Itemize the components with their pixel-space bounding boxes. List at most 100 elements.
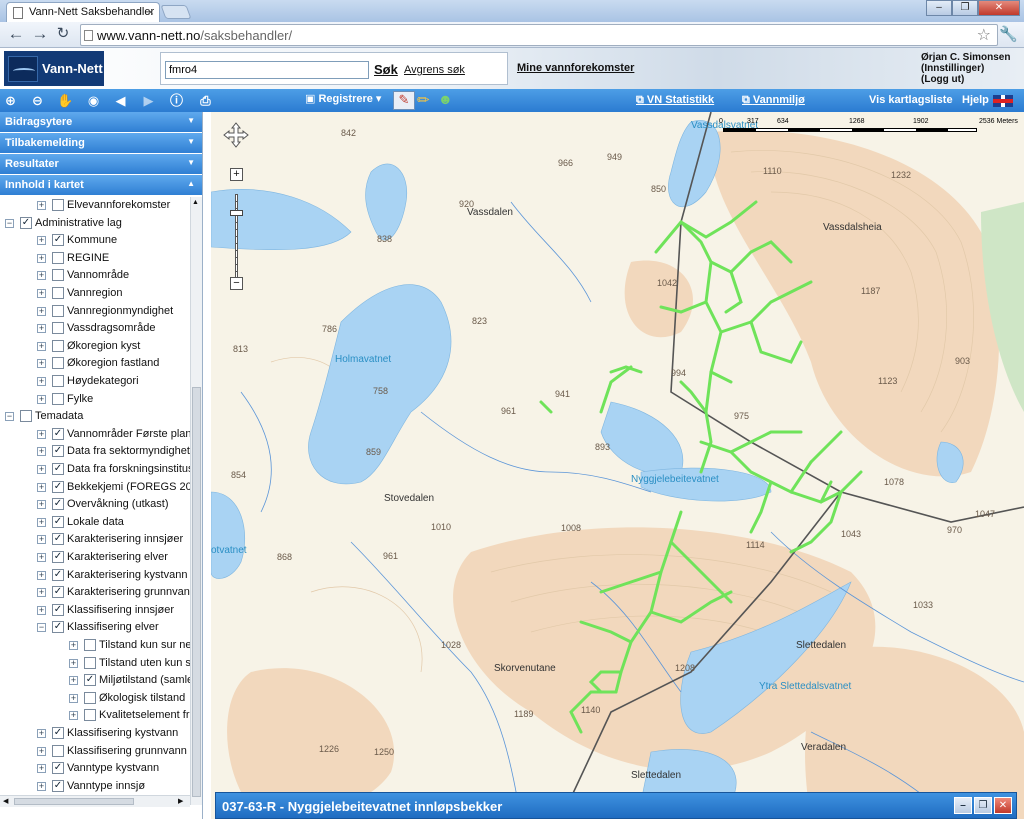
expand-icon[interactable]: +	[37, 746, 46, 756]
layer-tree-item[interactable]: + Vannregionmyndighet	[0, 303, 190, 320]
layer-checkbox[interactable]	[20, 410, 32, 423]
info-window-titlebar[interactable]: 037-63-R - Nyggjelebeitevatnet innløpsbe…	[215, 792, 1017, 819]
my-waters-link[interactable]: Mine vannforekomster	[517, 62, 634, 74]
collapse-icon[interactable]: −	[37, 623, 46, 633]
layer-checkbox[interactable]	[52, 287, 64, 299]
layer-tree-item[interactable]: + Kvalitetselement fra	[0, 707, 190, 724]
panel-innhold-i-kartet[interactable]: Innhold i kartet ▲	[0, 175, 202, 195]
layer-checkbox[interactable]: ✓	[52, 463, 64, 475]
expand-icon[interactable]: +	[37, 553, 46, 562]
show-layers-link[interactable]: Vis kartlagsliste	[869, 94, 953, 106]
layer-checkbox[interactable]: ✓	[52, 498, 64, 511]
expand-icon[interactable]: +	[37, 588, 46, 598]
layer-checkbox[interactable]	[52, 375, 64, 387]
layer-tree-item[interactable]: + ✓ Karakterisering elver	[0, 549, 190, 566]
layer-tree-item[interactable]: + Økoregion kyst	[0, 338, 190, 355]
expand-icon[interactable]: +	[37, 271, 46, 281]
expand-icon[interactable]: +	[37, 517, 46, 527]
layer-tree-item[interactable]: + ✓Data fra forskningsinstitusjoner	[0, 461, 190, 478]
zoom-slider-knob[interactable]	[230, 210, 243, 216]
maximize-button[interactable]: ❐	[952, 0, 978, 16]
layer-tree-item[interactable]: + Vannområde	[0, 267, 190, 284]
layer-tree-item[interactable]: + ✓ Lokale data	[0, 514, 190, 531]
pan-arrows-icon[interactable]	[223, 122, 249, 148]
help-link[interactable]: Hjelp	[962, 94, 989, 106]
layer-checkbox[interactable]: ✓	[52, 533, 64, 546]
expand-icon[interactable]: +	[37, 341, 46, 351]
address-bar[interactable]: www.vann-nett.no/saksbehandler/ ☆	[80, 24, 998, 46]
zoom-slider[interactable]	[235, 194, 238, 286]
refine-search-link[interactable]: Avgrens søk	[404, 64, 465, 76]
panel-bidragsytere[interactable]: Bidragsytere ▼	[0, 112, 202, 132]
layer-checkbox[interactable]	[52, 339, 64, 352]
layer-checkbox[interactable]	[52, 357, 64, 370]
collapse-icon[interactable]: −	[5, 412, 14, 422]
pan-hand-icon[interactable]: ✋	[57, 92, 74, 109]
expand-icon[interactable]: +	[37, 201, 46, 210]
layer-checkbox[interactable]	[52, 199, 64, 211]
back-arrow-icon[interactable]: ←	[6, 25, 26, 45]
zoom-in-button[interactable]: +	[230, 168, 243, 181]
search-button[interactable]: Søk	[374, 62, 398, 77]
settings-link[interactable]: (Innstillinger)	[921, 63, 1010, 74]
add-user-icon[interactable]: ☻	[438, 91, 453, 107]
layer-tree-item[interactable]: + ✓ Karakterisering grunnvann	[0, 584, 190, 601]
app-logo[interactable]: Vann-Nett	[4, 51, 104, 86]
pencil-icon[interactable]: ✏	[417, 91, 430, 109]
layer-tree-item[interactable]: + Tilstand kun sur nedbør	[0, 637, 190, 654]
zoom-in-icon[interactable]: ⊕	[2, 92, 19, 109]
expand-icon[interactable]: +	[37, 359, 46, 369]
expand-icon[interactable]: +	[37, 482, 46, 492]
layer-tree-item[interactable]: + ✓Bekkekjemi (FOREGS 2008)	[0, 479, 190, 496]
layer-tree-item[interactable]: − ✓ Administrative lag	[0, 215, 190, 232]
expand-icon[interactable]: +	[37, 289, 46, 298]
expand-icon[interactable]: +	[69, 676, 78, 686]
vn-statistics-link[interactable]: ⧉ VN Statistikk	[636, 94, 714, 107]
scroll-right-icon[interactable]: ▶	[178, 797, 183, 805]
new-tab-button[interactable]	[160, 5, 192, 19]
bookmark-star-icon[interactable]: ☆	[977, 25, 991, 45]
tree-vertical-scrollbar[interactable]: ▲	[190, 197, 202, 805]
window-close-button[interactable]: ✕	[978, 0, 1020, 16]
panel-resultater[interactable]: Resultater ▼	[0, 154, 202, 174]
scroll-up-icon[interactable]: ▲	[192, 199, 199, 206]
logout-link[interactable]: (Logg ut)	[921, 74, 1010, 85]
expand-icon[interactable]: +	[69, 711, 78, 721]
expand-icon[interactable]: +	[69, 641, 78, 650]
layer-checkbox[interactable]	[52, 251, 64, 264]
layer-checkbox[interactable]: ✓	[52, 621, 64, 634]
layer-tree-item[interactable]: + ✓Vannområder Første planfase	[0, 426, 190, 443]
expand-icon[interactable]: +	[37, 764, 46, 774]
layer-checkbox[interactable]: ✓	[52, 234, 64, 247]
layer-tree-item[interactable]: + Klassifisering grunnvann	[0, 743, 190, 760]
layer-tree-item[interactable]: − ✓ Klassifisering elver	[0, 619, 190, 636]
layer-tree-item[interactable]: + Økoregion fastland	[0, 355, 190, 372]
expand-icon[interactable]: +	[37, 306, 46, 316]
scroll-left-icon[interactable]: ◀	[3, 797, 8, 805]
info-close-button[interactable]: ✕	[994, 797, 1012, 814]
expand-icon[interactable]: +	[37, 324, 46, 334]
layer-checkbox[interactable]: ✓	[20, 216, 32, 229]
map-view[interactable]: Vassdalen Vassdalsheia Holmavatnet Nyggjele…	[211, 112, 1024, 819]
browser-tab[interactable]: Vann-Nett Saksbehandler ×	[6, 2, 160, 22]
layer-checkbox[interactable]: ✓	[52, 779, 64, 792]
expand-icon[interactable]: +	[37, 377, 46, 386]
layer-tree-item[interactable]: + Tilstand uten kun sur nedbør	[0, 655, 190, 672]
expand-icon[interactable]: +	[37, 605, 46, 615]
expand-icon[interactable]: +	[37, 570, 46, 580]
forward-arrow-icon[interactable]: →	[30, 25, 50, 45]
layer-checkbox[interactable]	[84, 691, 96, 704]
expand-icon[interactable]: +	[37, 465, 46, 474]
layer-checkbox[interactable]: ✓	[52, 445, 64, 458]
search-input[interactable]	[165, 61, 369, 79]
scroll-thumb-horizontal[interactable]	[14, 798, 134, 805]
collapse-icon[interactable]: −	[5, 218, 14, 228]
layer-tree-item[interactable]: + ✓ Vanntype innsjø	[0, 778, 190, 795]
layer-tree-item[interactable]: + ✓ Kommune	[0, 232, 190, 249]
layer-tree-item[interactable]: + ✓ Karakterisering innsjøer	[0, 531, 190, 548]
minimize-button[interactable]: –	[926, 0, 952, 16]
expand-icon[interactable]: +	[37, 236, 46, 246]
layer-checkbox[interactable]	[84, 639, 96, 651]
layer-checkbox[interactable]: ✓	[52, 762, 64, 775]
vannmiljo-link[interactable]: ⧉ Vannmiljø	[742, 94, 805, 107]
